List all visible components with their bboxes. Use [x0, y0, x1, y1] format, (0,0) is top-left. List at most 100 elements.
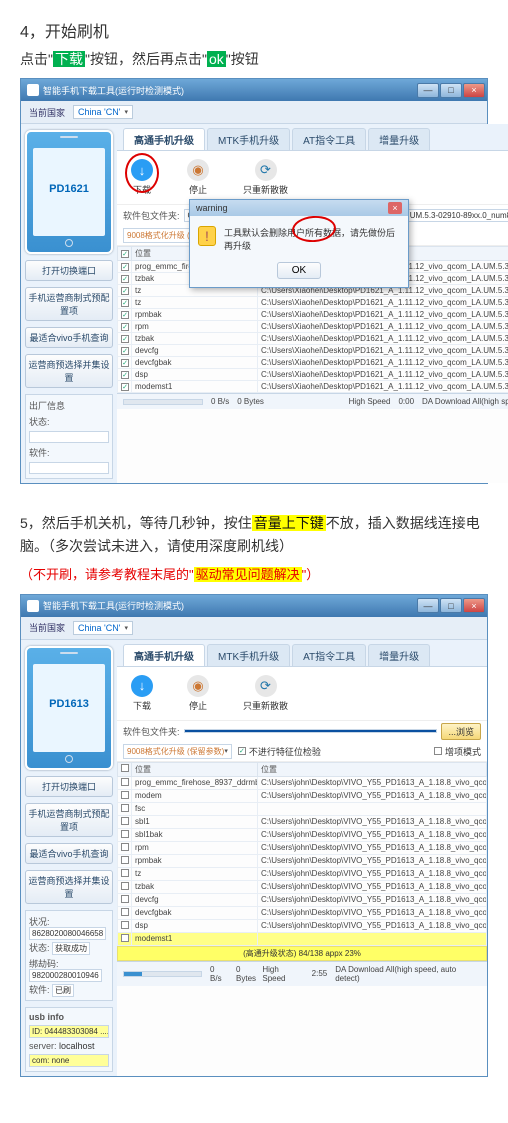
dialog-title-text: warning — [196, 203, 228, 213]
open-port-button[interactable]: 打开切换端口 — [25, 260, 113, 281]
tab-mtk[interactable]: MTK手机升级 — [207, 644, 290, 666]
col-path[interactable]: 位置 — [258, 762, 487, 776]
carrier-config-button[interactable]: 手机运营商制式预配置项 — [25, 287, 113, 321]
stop-action[interactable]: ◉停止 — [187, 675, 209, 712]
table-row[interactable]: ✓devcfgC:\Users\Xiaohei\Desktop\PD1621_A… — [118, 345, 508, 357]
table-row[interactable]: modemst1 — [118, 932, 487, 945]
table-row[interactable]: ✓dspC:\Users\Xiaohei\Desktop\PD1621_A_1.… — [118, 369, 508, 381]
sw-label: 软件: — [29, 985, 50, 995]
app-icon — [27, 600, 39, 612]
close-button[interactable]: × — [463, 598, 485, 613]
table-row[interactable]: fsc — [118, 802, 487, 815]
stop-action[interactable]: ◉停止 — [187, 159, 209, 196]
usb-info-group: usb info ID: 044483303084 ...... server:… — [25, 1007, 113, 1072]
table-row[interactable]: ✓rpmbakC:\Users\Xiaohei\Desktop\PD1621_A… — [118, 309, 508, 321]
table-row[interactable]: rpmbakC:\Users\john\Desktop\VIVO_Y55_PD1… — [118, 854, 487, 867]
bytes: 0 Bytes — [236, 965, 262, 983]
status-right-text: DA Download All(high speed, auto detect) — [335, 965, 481, 983]
hl-download: 下载 — [53, 51, 85, 67]
chevron-down-icon: ▾ — [124, 108, 128, 116]
step4-desc: 点击"下载"按钮，然后再点击"ok"按钮 — [20, 48, 488, 70]
maximize-button[interactable]: □ — [440, 598, 462, 613]
refresh-action[interactable]: ⟳只重新散散 — [243, 159, 288, 196]
com-val: none — [52, 1056, 70, 1065]
refresh-label: 只重新散散 — [243, 183, 288, 196]
table-row[interactable]: rpmC:\Users\john\Desktop\VIVO_Y55_PD1613… — [118, 841, 487, 854]
dialog-title[interactable]: warning × — [190, 200, 408, 216]
col-check[interactable] — [118, 762, 132, 776]
status-val: 获取成功 — [52, 942, 90, 955]
format-val: 9008格式化升级 (保留参数) — [127, 746, 224, 757]
tab-qcom[interactable]: 高通手机升级 — [123, 644, 205, 666]
bind-val: 982000280010946 — [29, 969, 102, 982]
format-select[interactable]: 9008格式化升级 (保留参数)▾ — [123, 744, 232, 759]
state-val — [29, 431, 109, 443]
maximize-button[interactable]: □ — [440, 83, 462, 98]
open-port-button[interactable]: 打开切换端口 — [25, 776, 113, 797]
tab-qcom[interactable]: 高通手机升级 — [123, 128, 205, 150]
table-row[interactable]: ✓modemst1C:\Users\Xiaohei\Desktop\PD1621… — [118, 381, 508, 393]
tab-mtk[interactable]: MTK手机升级 — [207, 128, 290, 150]
table-row[interactable]: dspC:\Users\john\Desktop\VIVO_Y55_PD1613… — [118, 919, 487, 932]
tab-inc[interactable]: 增量升级 — [368, 644, 430, 666]
table-row[interactable]: ✓tzC:\Users\Xiaohei\Desktop\PD1621_A_1.1… — [118, 297, 508, 309]
detail-button[interactable]: 运营商预选择并集设置 — [25, 354, 113, 388]
col-check[interactable]: ✓ — [118, 247, 132, 261]
status-label: 状态: — [29, 943, 50, 953]
table-row[interactable]: prog_emmc_firehose_8937_ddrmbnC:\Users\j… — [118, 776, 487, 789]
hl-driver-faq: 驱动常见问题解决 — [194, 567, 302, 582]
chevron-down-icon: ▾ — [124, 624, 128, 632]
table-row[interactable]: devcfgbakC:\Users\john\Desktop\VIVO_Y55_… — [118, 906, 487, 919]
table-row[interactable]: tzbakC:\Users\john\Desktop\VIVO_Y55_PD16… — [118, 880, 487, 893]
titlebar[interactable]: 智能手机下载工具(运行时检测模式) — □ × — [21, 595, 487, 617]
close-button[interactable]: × — [463, 83, 485, 98]
detail-button[interactable]: 运营商预选择并集设置 — [25, 870, 113, 904]
query-button[interactable]: 最适合vivo手机查询 — [25, 843, 113, 864]
country-label: 当前国家 — [29, 621, 65, 634]
table-row[interactable]: ✓rpmC:\Users\Xiaohei\Desktop\PD1621_A_1.… — [118, 321, 508, 333]
table-row[interactable]: ✓tzbakC:\Users\Xiaohei\Desktop\PD1621_A_… — [118, 333, 508, 345]
sn-val: 8628020080046658 — [29, 927, 106, 940]
download-action[interactable]: ↓下载 — [131, 675, 153, 712]
query-button[interactable]: 最适合vivo手机查询 — [25, 327, 113, 348]
country-label: 当前国家 — [29, 106, 65, 119]
table-row[interactable]: ✓devcfgbakC:\Users\Xiaohei\Desktop\PD162… — [118, 357, 508, 369]
step4-post: "按钮 — [226, 51, 259, 67]
progress-yellow-line: (高通升级状态) 84/138 appx 23% — [117, 946, 487, 961]
path-input[interactable] — [184, 729, 438, 733]
hl-volume-keys: 音量上下键 — [252, 515, 326, 531]
country-select[interactable]: China 'CN'▾ — [73, 105, 133, 119]
table-row[interactable]: sbl1C:\Users\john\Desktop\VIVO_Y55_PD161… — [118, 815, 487, 828]
refresh-action[interactable]: ⟳只重新散散 — [243, 675, 288, 712]
download-action[interactable]: ↓下载 — [131, 159, 153, 196]
sn-label: 状况: — [29, 917, 50, 927]
usb-title: usb info — [29, 1012, 109, 1022]
minimize-button[interactable]: — — [417, 598, 439, 613]
stop-icon: ◉ — [187, 159, 209, 181]
table-row[interactable]: tzC:\Users\john\Desktop\VIVO_Y55_PD1613_… — [118, 867, 487, 880]
table-row[interactable]: devcfgC:\Users\john\Desktop\VIVO_Y55_PD1… — [118, 893, 487, 906]
tab-at[interactable]: AT指令工具 — [292, 644, 366, 666]
carrier-config-button[interactable]: 手机运营商制式预配置项 — [25, 803, 113, 837]
country-select[interactable]: China 'CN'▾ — [73, 621, 133, 635]
id-label: ID: — [32, 1027, 42, 1036]
col-name[interactable]: 位置 — [132, 762, 258, 776]
stop-icon: ◉ — [187, 675, 209, 697]
chk-plus[interactable]: 增项模式 — [434, 745, 481, 758]
titlebar[interactable]: 智能手机下载工具(运行时检测模式) — □ × — [21, 79, 487, 101]
table-row[interactable]: modemC:\Users\john\Desktop\VIVO_Y55_PD16… — [118, 789, 487, 802]
chk-unchange[interactable]: ✓不进行特征位检验 — [238, 745, 321, 758]
tab-inc[interactable]: 增量升级 — [368, 128, 430, 150]
tab-at[interactable]: AT指令工具 — [292, 128, 366, 150]
dialog-close-button[interactable]: × — [388, 202, 402, 214]
ok-button[interactable]: OK — [277, 262, 321, 279]
sw-val — [29, 462, 109, 474]
download-icon: ↓ — [131, 675, 153, 697]
info-group: 状况: 8628020080046658 状态: 获取成功 绑劫码: 98200… — [25, 910, 113, 1001]
step5-title: 5，然后手机关机，等待几秒钟，按住音量上下键不放，插入数据线连接电脑。（多次尝试… — [20, 512, 488, 557]
table-row[interactable]: sbl1bakC:\Users\john\Desktop\VIVO_Y55_PD… — [118, 828, 487, 841]
browse-button[interactable]: ...浏览 — [441, 723, 481, 740]
step4-title: 4，开始刷机 — [20, 18, 488, 42]
partition-table[interactable]: 位置 位置 prog_emmc_firehose_8937_ddrmbnC:\U… — [117, 762, 487, 946]
minimize-button[interactable]: — — [417, 83, 439, 98]
